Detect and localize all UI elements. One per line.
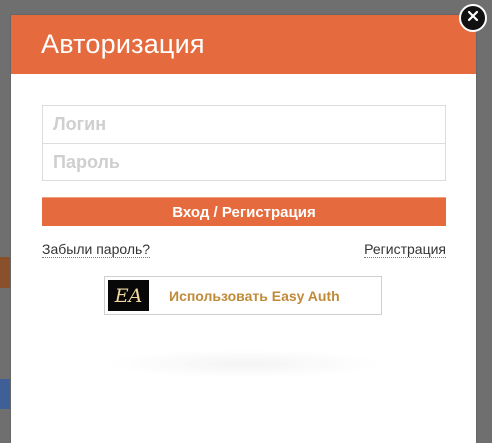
easy-auth-button[interactable]: EA Использовать Easy Auth xyxy=(104,276,382,315)
backdrop-left-accent xyxy=(0,257,10,288)
login-input[interactable] xyxy=(43,106,445,143)
close-button[interactable] xyxy=(459,4,487,32)
register-link[interactable]: Регистрация xyxy=(364,241,446,258)
modal-header: Авторизация xyxy=(11,15,476,74)
forgot-password-link[interactable]: Забыли пароль? xyxy=(42,241,151,258)
easy-auth-label: Использовать Easy Auth xyxy=(169,287,340,304)
login-form: Вход / Регистрация Забыли пароль? Регист… xyxy=(42,105,446,258)
password-input[interactable] xyxy=(43,143,445,180)
modal-title: Авторизация xyxy=(41,29,205,59)
credentials-group xyxy=(42,105,446,181)
close-icon xyxy=(467,9,479,27)
easy-auth-logo: EA xyxy=(108,280,149,311)
decorative-glow xyxy=(110,350,380,378)
auth-links-row: Забыли пароль? Регистрация xyxy=(42,241,446,258)
login-register-button[interactable]: Вход / Регистрация xyxy=(42,197,446,226)
login-modal: Авторизация Вход / Регистрация Забыли па… xyxy=(11,15,476,443)
backdrop-left-social xyxy=(0,379,10,409)
